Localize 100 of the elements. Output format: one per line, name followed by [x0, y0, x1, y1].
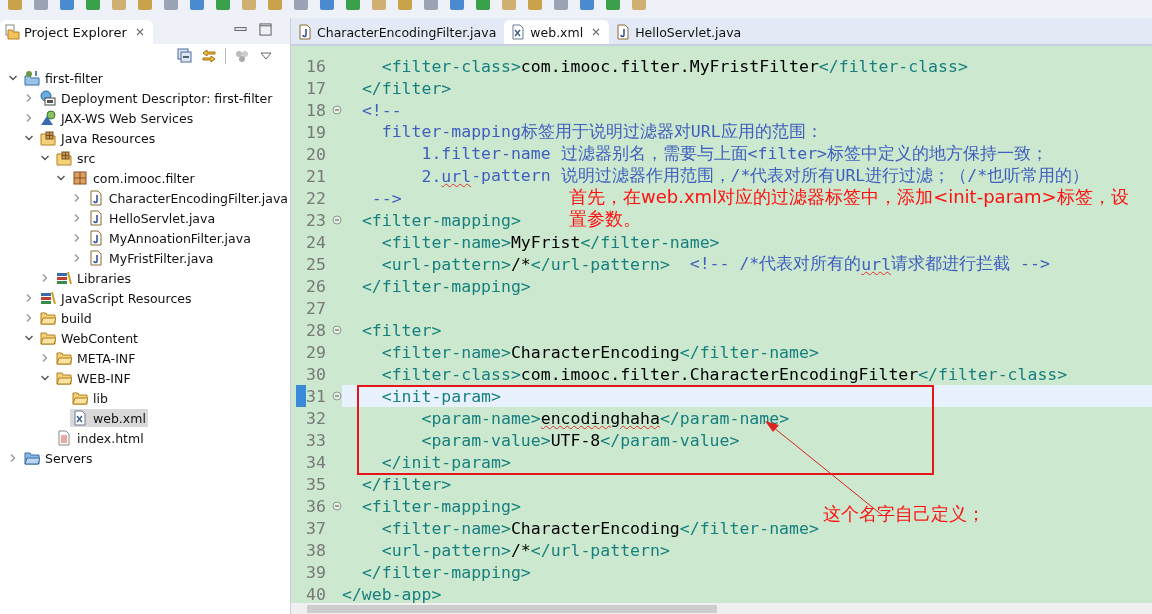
expander-icon[interactable] — [40, 273, 50, 283]
code-tag: </filter-class> — [918, 364, 1068, 384]
fold-icon[interactable] — [332, 501, 342, 511]
view-tab[interactable]: Project Explorer — [0, 20, 153, 44]
code-tag: </url-pattern> — [530, 254, 670, 274]
toolbar-icon[interactable] — [320, 0, 334, 10]
tree-item[interactable]: CharacterEncodingFilter.java — [85, 189, 290, 207]
code-tag: </init-param> — [381, 452, 511, 472]
code-tag: <filter-name> — [381, 232, 511, 252]
close-icon[interactable] — [591, 27, 602, 37]
tree-item[interactable]: lib — [70, 389, 110, 407]
tree-item[interactable]: Libraries — [54, 269, 133, 287]
line-number: 33 — [306, 430, 327, 450]
tree-item[interactable]: Servers — [22, 449, 95, 467]
expander-icon[interactable] — [8, 453, 18, 463]
fold-icon[interactable] — [332, 215, 342, 225]
code-tag: <filter-mapping> — [361, 210, 521, 230]
expander-icon[interactable] — [8, 73, 18, 83]
line-number: 37 — [306, 518, 327, 538]
tree-item[interactable]: JAX-WS Web Services — [38, 109, 196, 127]
line-number: 36 — [306, 496, 327, 516]
code-comment: 1.filter-name 过滤器别名，需要与上面<filter>标签中定义的地方保持一致； — [421, 143, 1049, 165]
java-file-icon — [88, 230, 104, 246]
tree-item[interactable]: index.html — [54, 429, 146, 447]
collapse-all-icon[interactable] — [177, 48, 193, 64]
expander-icon[interactable] — [24, 133, 34, 143]
line-number: 35 — [306, 474, 327, 494]
expander-icon[interactable] — [24, 113, 34, 123]
expander-icon[interactable] — [72, 233, 82, 243]
expander-icon[interactable] — [40, 153, 50, 163]
expander-icon[interactable] — [24, 313, 34, 323]
java-file-icon — [88, 210, 104, 226]
tree-item[interactable]: Deployment Descriptor: first-filter — [38, 89, 275, 107]
expander-icon[interactable] — [24, 93, 34, 103]
fold-icon[interactable] — [332, 105, 342, 115]
expander-icon[interactable] — [72, 253, 82, 263]
folder-icon — [56, 370, 72, 386]
toolbar-icon[interactable] — [190, 0, 204, 10]
tree-item[interactable]: WebContent — [38, 329, 140, 347]
tree-item[interactable]: WEB-INF — [54, 369, 133, 387]
toolbar-icon[interactable] — [450, 0, 464, 10]
line-number: 40 — [306, 584, 327, 603]
line-number: 23 — [306, 210, 327, 230]
link-arrows-icon[interactable] — [201, 48, 217, 64]
xml-file-icon — [510, 24, 527, 40]
code-text: /* — [510, 254, 531, 274]
filter-icon[interactable] — [234, 48, 250, 64]
folder-icon — [40, 330, 56, 346]
code-comment: filter-mapping标签用于说明过滤器对URL应用的范围： — [381, 121, 823, 143]
expander-icon[interactable] — [72, 193, 82, 203]
expander-icon[interactable] — [24, 293, 34, 303]
toolbar-icon[interactable] — [580, 0, 594, 10]
tree-item[interactable]: build — [38, 309, 94, 327]
code-text: /* — [510, 540, 531, 560]
scrollbar[interactable] — [291, 603, 1152, 614]
code-text: com.imooc.filter.CharacterEncodingFilter — [520, 364, 919, 384]
line-number: 30 — [306, 364, 327, 384]
folder-icon — [72, 390, 88, 406]
xml-file-icon — [72, 410, 88, 426]
tree-item[interactable]: META-INF — [54, 349, 138, 367]
line-number: 32 — [306, 408, 327, 428]
tree-item[interactable]: first-filter — [22, 69, 105, 87]
tree-item[interactable]: web.xml — [70, 409, 148, 427]
code-comment: -pattern 说明过滤器作用范围，/*代表对所有URL进行过滤；（/*也听常用的） — [471, 165, 1090, 187]
toolbar-icon[interactable] — [60, 0, 74, 10]
line-number: 21 — [306, 166, 327, 186]
expander-icon[interactable] — [24, 333, 34, 343]
code-comment: url — [441, 166, 472, 186]
code-tag: <url-pattern> — [381, 254, 511, 274]
line-number: 17 — [306, 78, 327, 98]
editor-tab[interactable]: HelloServlet.java — [609, 20, 750, 44]
java-file-icon — [88, 250, 104, 266]
java-file-icon — [297, 24, 313, 40]
tree-item[interactable]: MyFristFilter.java — [86, 249, 216, 267]
tree-item[interactable]: HelloServlet.java — [86, 209, 218, 227]
code-text: UTF-8 — [550, 430, 601, 450]
source-folder-icon — [40, 130, 56, 146]
code-comment: <!-- /*代表对所有的 — [689, 253, 862, 275]
expander-icon[interactable] — [72, 213, 82, 223]
line-number: 34 — [306, 452, 327, 472]
tree-item[interactable]: Java Resources — [38, 129, 158, 147]
line-number: 28 — [306, 320, 327, 340]
maximize-icon[interactable] — [259, 23, 272, 36]
tree-item[interactable]: com.imooc.filter — [70, 169, 197, 187]
expander-icon[interactable] — [56, 173, 66, 183]
expander-icon[interactable] — [40, 373, 50, 383]
close-icon[interactable] — [134, 27, 145, 37]
editor-tab[interactable]: CharacterEncodingFilter.java — [291, 20, 505, 44]
editor-tab[interactable]: web.xml — [504, 20, 610, 44]
folder-icon — [40, 310, 56, 326]
java-file-icon — [615, 24, 632, 40]
tree-item[interactable]: src — [54, 149, 98, 167]
expander-icon[interactable] — [40, 353, 50, 363]
fold-icon[interactable] — [332, 325, 342, 335]
line-number: 25 — [306, 254, 327, 274]
fold-icon[interactable] — [332, 391, 342, 401]
tree-item[interactable]: MyAnnoationFilter.java — [86, 229, 253, 247]
code-tag: <filter> — [361, 320, 442, 340]
scrollbar-thumb[interactable] — [307, 605, 717, 613]
tree-item[interactable]: JavaScript Resources — [38, 289, 194, 307]
